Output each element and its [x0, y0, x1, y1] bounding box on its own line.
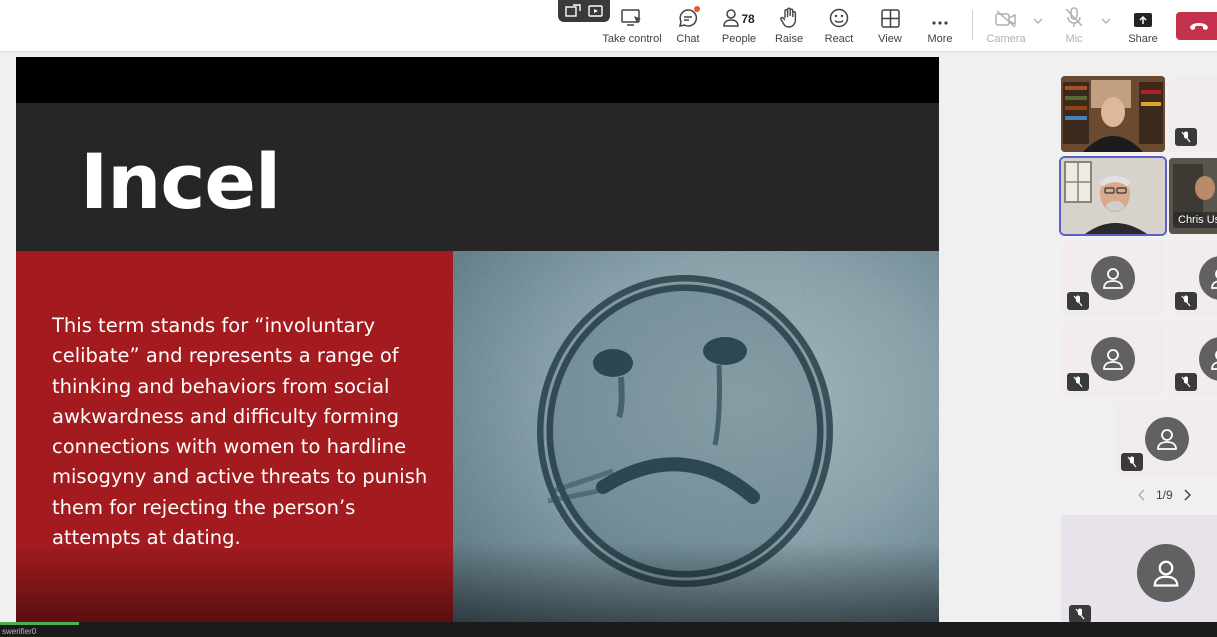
participant-video-1 [1061, 76, 1165, 152]
mic-muted-icon [1175, 292, 1197, 310]
participant-tile-video-1[interactable] [1061, 76, 1165, 152]
share-button[interactable]: Share [1128, 6, 1158, 48]
verifier-text: swerifier0 [2, 627, 37, 636]
present-icon [587, 5, 603, 17]
chat-notification-dot [694, 6, 700, 12]
share-label: Share [1128, 33, 1158, 45]
more-icon [931, 6, 949, 28]
chat-button[interactable]: Chat [676, 6, 700, 48]
shared-screen-stage: Incel This term stands for “involuntary … [16, 57, 939, 622]
participant-tile-6[interactable] [1061, 321, 1165, 397]
share-icon [1133, 6, 1153, 28]
camera-label: Camera [986, 33, 1026, 45]
mic-options-chevron-icon[interactable] [1101, 18, 1111, 25]
person-avatar-icon [1137, 544, 1195, 602]
participant-name-tag: Chris Us [1173, 212, 1217, 228]
pop-out-icon [564, 4, 581, 17]
mic-button[interactable]: Mic [1062, 6, 1086, 48]
slide-title-band: Incel [16, 103, 939, 251]
person-avatar-icon [1091, 337, 1135, 381]
chevron-left-icon [1138, 489, 1145, 501]
view-label: View [878, 33, 902, 45]
slide-body-text: This term stands for “involuntary celiba… [52, 314, 428, 550]
toolbar-divider [972, 10, 973, 40]
mic-muted-icon [1067, 373, 1089, 391]
view-icon [880, 6, 900, 28]
participant-tile-active-speaker[interactable] [1061, 158, 1165, 234]
people-icon [723, 9, 740, 27]
raise-hand-button[interactable]: Raise [774, 6, 804, 48]
mic-muted-icon [1175, 373, 1197, 391]
sad-face-image [453, 251, 939, 622]
raise-hand-icon [780, 6, 798, 28]
react-label: React [824, 33, 854, 45]
people-count: 78 [741, 12, 755, 26]
more-label: More [927, 33, 953, 45]
previous-page-button[interactable] [1138, 489, 1146, 501]
mic-muted-icon [1175, 128, 1197, 146]
bottom-status-strip: swerifier0 [0, 622, 1217, 637]
pop-out-button[interactable] [563, 3, 583, 19]
self-view-tile[interactable] [1061, 515, 1217, 625]
take-control-icon [621, 6, 643, 28]
participant-tile-5[interactable] [1169, 240, 1217, 316]
mini-controls [558, 0, 610, 22]
people-icon-wrap: 78 [723, 6, 755, 28]
take-control-button[interactable]: Take control [602, 6, 662, 48]
react-button[interactable]: React [824, 6, 854, 48]
meeting-toolbar: Take control Chat 78 People Raise React … [0, 0, 1217, 52]
people-label: People [721, 33, 757, 45]
take-control-label: Take control [602, 33, 662, 45]
sad-face-drawing [453, 251, 939, 622]
stream-progress-bar [0, 622, 80, 625]
react-icon [829, 6, 849, 28]
leave-call-icon [1190, 23, 1208, 30]
person-avatar-icon [1199, 337, 1217, 381]
mic-muted-icon [1069, 605, 1091, 623]
mic-muted-icon [1121, 453, 1143, 471]
chat-label: Chat [676, 33, 700, 45]
participant-tile-chris[interactable]: Chris Us [1169, 158, 1217, 234]
camera-off-icon [995, 6, 1017, 28]
mic-off-icon [1065, 6, 1083, 28]
chevron-right-icon [1184, 489, 1191, 501]
page-indicator: 1/9 [1156, 488, 1173, 502]
next-page-button[interactable] [1183, 489, 1191, 501]
more-button[interactable]: More [927, 6, 953, 48]
camera-button[interactable]: Camera [986, 6, 1026, 48]
mic-muted-icon [1067, 292, 1089, 310]
present-control-button[interactable] [586, 3, 606, 19]
camera-options-chevron-icon[interactable] [1033, 18, 1043, 25]
people-button[interactable]: 78 People [722, 6, 756, 48]
slide-top-bar [16, 57, 939, 103]
participant-tile-7[interactable] [1169, 321, 1217, 397]
mic-label: Mic [1065, 33, 1083, 45]
person-avatar-icon [1091, 256, 1135, 300]
person-avatar-icon [1145, 417, 1189, 461]
view-button[interactable]: View [878, 6, 902, 48]
slide-title: Incel [80, 137, 281, 226]
participant-tile-8[interactable] [1115, 401, 1217, 477]
slide-body-panel: This term stands for “involuntary celiba… [16, 251, 453, 622]
person-avatar-icon [1199, 256, 1217, 300]
gallery-pager: 1/9 [1138, 488, 1191, 502]
participant-tile-2[interactable] [1169, 76, 1217, 152]
chat-icon [678, 6, 700, 28]
participant-video-2 [1061, 158, 1165, 234]
leave-call-button[interactable] [1176, 12, 1217, 40]
participant-tile-4[interactable] [1061, 240, 1165, 316]
raise-label: Raise [774, 33, 804, 45]
